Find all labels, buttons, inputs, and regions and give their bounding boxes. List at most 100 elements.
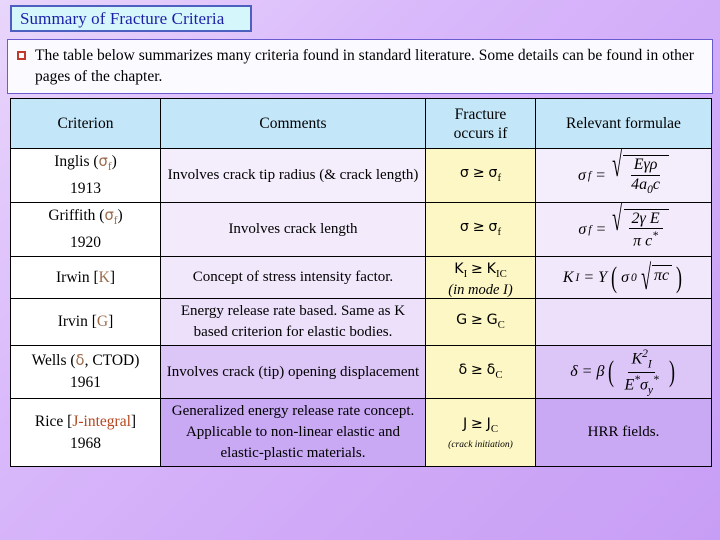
equals-sign: =: [595, 166, 606, 184]
criterion-symbol: δ: [75, 352, 85, 370]
cell-fracture-condition: G ≥ GC: [425, 298, 536, 347]
cell-formula: HRR fields.: [535, 398, 712, 468]
cell-comments: Involves crack tip radius (& crack lengt…: [160, 147, 426, 204]
cell-fracture-condition: δ ≥ δC: [425, 345, 536, 400]
condition-lhs: δ: [458, 361, 468, 378]
square-bullet-icon: [17, 51, 26, 60]
condition-note: (in mode I): [448, 282, 513, 299]
square-root-icon: √ 2γ E π c*: [610, 201, 669, 251]
criterion-name: Inglis (: [54, 153, 99, 170]
condition-rhs-sub: f: [497, 172, 502, 185]
header-comments: Comments: [160, 98, 426, 149]
formula-lhs: σ: [577, 166, 586, 184]
left-paren-icon: (: [611, 260, 618, 294]
page-title: Summary of Fracture Criteria: [20, 8, 225, 28]
fracture-criteria-table: Criterion Comments Fracture occurs if Re…: [10, 98, 712, 468]
condition-rhs: K: [486, 261, 496, 278]
cell-formula: σf = √ 2γ E π c*: [535, 201, 712, 258]
condition-lhs-sub: I: [463, 268, 468, 281]
criterion-close: ): [134, 352, 140, 370]
criterion-name: Rice [: [34, 412, 73, 430]
cell-comments: Energy release rate based. Same as K bas…: [160, 298, 426, 347]
formula-sigma: σ: [621, 268, 629, 286]
formula-lhs: δ: [570, 363, 578, 381]
criterion-symbol: σ: [104, 207, 114, 225]
criterion-close: ): [117, 207, 123, 225]
formula-y: Y: [598, 268, 608, 286]
criterion-symbol: G: [96, 313, 109, 331]
cell-criterion: Irvin [G]: [10, 298, 161, 347]
formula-inglis: σf = √ Eγρ 4a0c: [577, 147, 670, 196]
intro-paragraph: The table below summarizes many criteria…: [35, 47, 694, 85]
criteria-table-wrapper: Criterion Comments Fracture occurs if Re…: [10, 98, 712, 533]
formula-beta: β: [596, 363, 605, 381]
condition-relation: ≥: [470, 311, 483, 328]
criterion-name: Irwin [: [56, 268, 99, 286]
criterion-symbol: J-integral: [72, 412, 131, 430]
criterion-year: 1968: [70, 434, 101, 452]
equals-sign: =: [581, 363, 593, 381]
cell-formula: [535, 298, 712, 347]
formula-griffith: σf = √ 2γ E π c*: [578, 201, 669, 251]
condition-rhs-sub: C: [497, 318, 505, 331]
fraction: Eγρ 4a0c: [625, 156, 666, 196]
condition-relation: ≥: [470, 361, 483, 378]
cell-criterion: Rice [J-integral] 1968: [10, 398, 161, 468]
cell-formula: KI = Y ( σ0 √ πc ): [535, 256, 712, 300]
table-row: Irwin [K] Concept of stress intensity fa…: [10, 256, 712, 300]
condition-relation: ≥: [472, 165, 485, 182]
formula-lhs-sub: I: [575, 271, 580, 284]
square-root-icon: √ Eγρ 4a0c: [610, 147, 670, 196]
condition-rhs-sub: IC: [495, 268, 507, 281]
condition-relation: ≥: [470, 416, 483, 433]
header-criterion: Criterion: [10, 98, 161, 149]
equals-sign: =: [595, 220, 607, 238]
cell-comments: Concept of stress intensity factor.: [160, 256, 426, 300]
fraction-numerator: Eγρ: [630, 156, 661, 176]
criterion-close: ): [111, 153, 117, 170]
table-row: Irvin [G] Energy release rate based. Sam…: [10, 298, 712, 347]
cell-criterion: Griffith (σf) 1920: [10, 202, 161, 258]
formula-wells-ctod: δ = β ( K2I E*σy* ): [570, 348, 677, 396]
condition-rhs: G: [486, 311, 498, 328]
table-row: Inglis (σf) 1913 Involves crack tip radi…: [10, 147, 712, 204]
slide-title-box: Summary of Fracture Criteria: [10, 5, 252, 32]
criterion-year: 1913: [70, 180, 101, 198]
cell-comments: Generalized energy release rate concept.…: [160, 398, 426, 468]
condition-lhs: G: [456, 311, 468, 328]
header-fracture-line1: Fracture: [454, 105, 507, 123]
cell-fracture-condition: KI ≥ KIC (in mode I): [425, 256, 536, 300]
criterion-extra: , CTOD: [84, 352, 135, 370]
criterion-symbol: K: [98, 268, 110, 286]
cell-fracture-condition: σ ≥ σf: [425, 147, 536, 204]
equals-sign: =: [583, 268, 595, 286]
formula-lhs-sub: f: [588, 223, 592, 236]
formula-lhs: σ: [578, 220, 587, 238]
formula-lhs-sub: f: [587, 169, 592, 182]
cell-fracture-condition: J ≥ JC (crack initiation): [425, 398, 536, 468]
left-paren-icon: (: [608, 355, 615, 389]
criterion-symbol: σ: [98, 153, 108, 170]
table-row: Rice [J-integral] 1968 Generalized energ…: [10, 398, 712, 468]
criterion-close: ]: [130, 412, 137, 430]
formula-sigma-sub: 0: [630, 271, 637, 284]
condition-relation: ≥: [470, 261, 483, 278]
table-row: Wells (δ, CTOD) 1961 Involves crack (tip…: [10, 345, 712, 400]
cell-criterion: Inglis (σf) 1913: [10, 147, 161, 204]
cell-criterion: Wells (δ, CTOD) 1961: [10, 345, 161, 400]
criterion-name: Irvin [: [57, 313, 97, 331]
fraction-denominator: 4a0c: [631, 175, 661, 196]
cell-formula: δ = β ( K2I E*σy* ): [535, 345, 712, 400]
header-fracture-line2: occurs if: [453, 124, 508, 142]
cell-formula: σf = √ Eγρ 4a0c: [535, 147, 712, 204]
radicand: πc: [652, 264, 673, 291]
cell-criterion: Irwin [K]: [10, 256, 161, 300]
criterion-close: ]: [109, 268, 115, 286]
criterion-name: Griffith (: [48, 207, 105, 225]
square-root-icon: √ πc: [639, 259, 673, 295]
condition-lhs: σ: [459, 219, 469, 236]
condition-rhs-sub: f: [497, 226, 502, 239]
criterion-year: 1961: [70, 374, 101, 392]
intro-text-box: The table below summarizes many criteria…: [7, 39, 713, 94]
condition-relation: ≥: [472, 219, 485, 236]
